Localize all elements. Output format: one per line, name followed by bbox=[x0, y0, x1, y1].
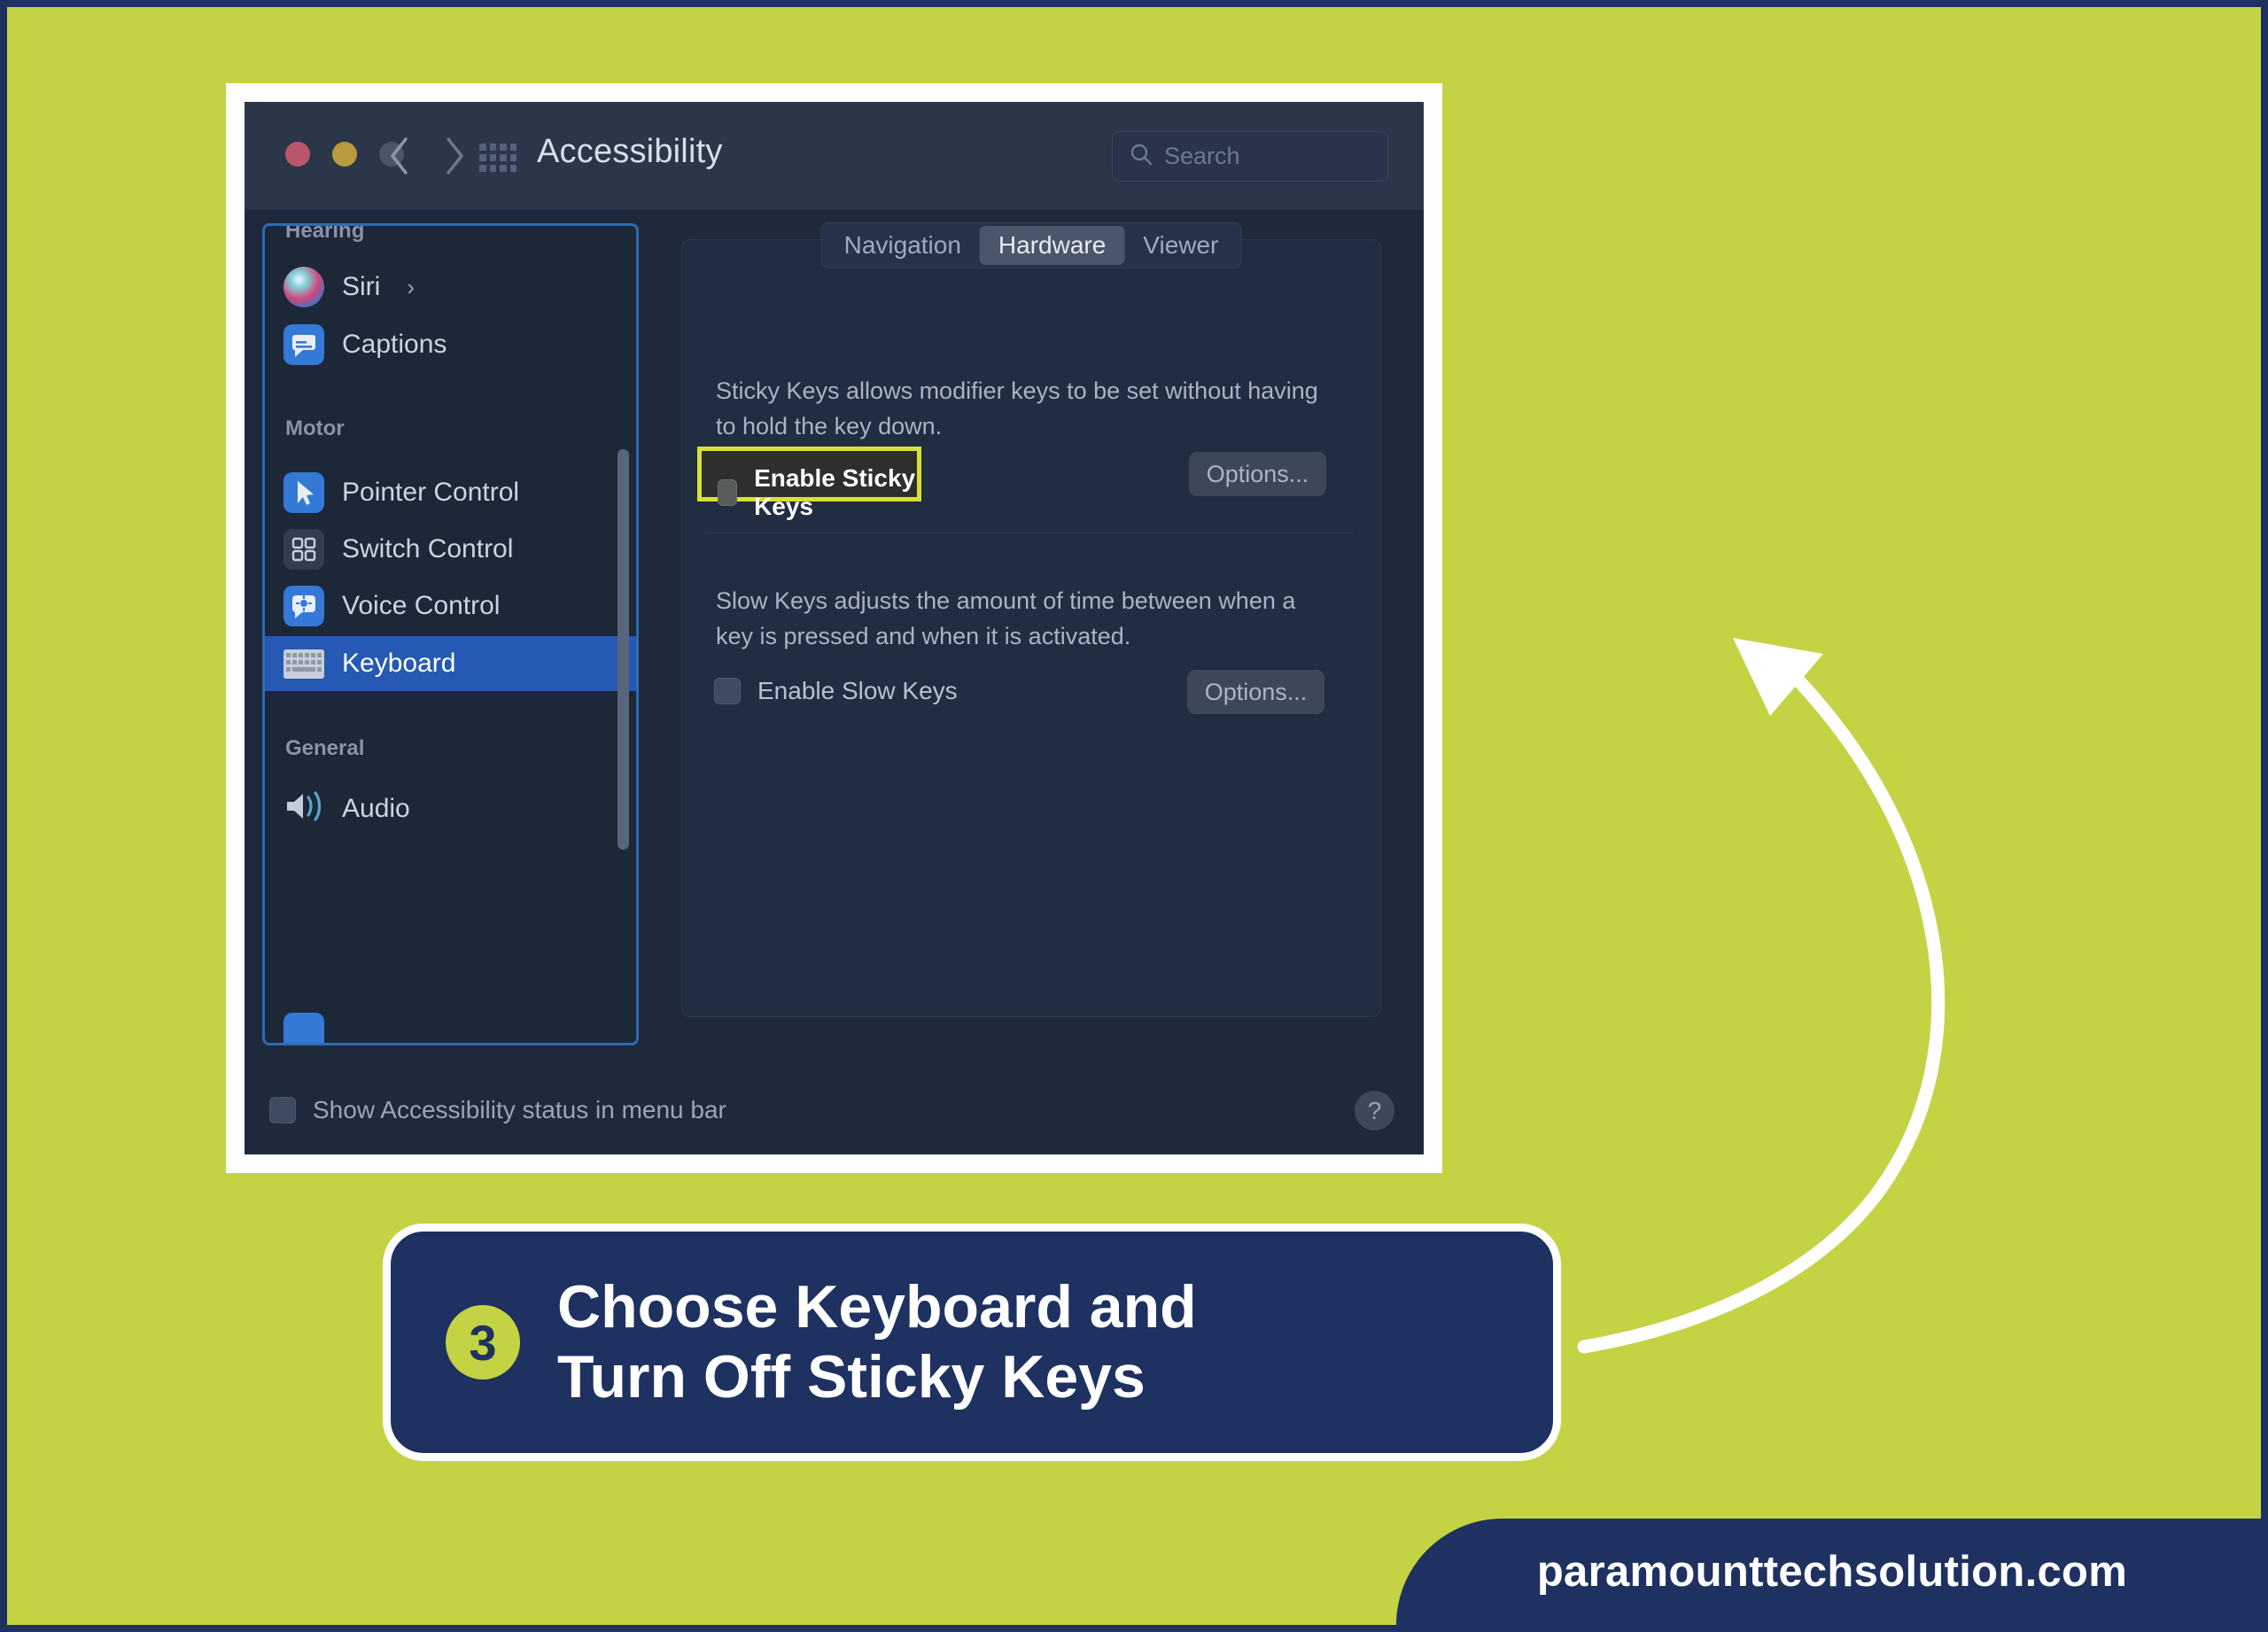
tab-hardware[interactable]: Hardware bbox=[979, 226, 1125, 265]
accessibility-sidebar[interactable]: Hearing Siri › Captions Motor Pointer Co… bbox=[262, 223, 639, 1045]
enable-sticky-keys-checkbox[interactable] bbox=[718, 479, 738, 506]
section-divider bbox=[709, 532, 1354, 533]
sidebar-item-label: Switch Control bbox=[342, 534, 514, 563]
audio-icon bbox=[284, 789, 324, 829]
sidebar-item-label: Siri bbox=[342, 272, 381, 301]
accessibility-preferences-window: Accessibility Search Hearing Siri › Capt… bbox=[245, 102, 1424, 1154]
window-status-bar: Show Accessibility status in menu bar ? bbox=[245, 1066, 1424, 1154]
enable-slow-keys-checkbox[interactable] bbox=[714, 678, 741, 704]
sidebar-item-voice-control[interactable]: Voice Control bbox=[265, 579, 636, 633]
sticky-keys-options-button[interactable]: Options... bbox=[1189, 452, 1326, 496]
sidebar-item-pointer-control[interactable]: Pointer Control bbox=[265, 465, 636, 520]
keyboard-icon bbox=[284, 649, 324, 679]
tab-navigation[interactable]: Navigation bbox=[826, 226, 980, 265]
slow-keys-options-button[interactable]: Options... bbox=[1187, 670, 1324, 714]
voice-control-icon bbox=[284, 586, 324, 626]
sidebar-item-partial-icon[interactable] bbox=[284, 1013, 324, 1043]
navigation-arrows bbox=[388, 136, 466, 176]
enable-slow-keys-checkbox-row[interactable]: Enable Slow Keys bbox=[714, 677, 958, 705]
poster-canvas: Accessibility Search Hearing Siri › Capt… bbox=[0, 0, 2268, 1632]
enable-slow-keys-label: Enable Slow Keys bbox=[757, 677, 958, 704]
sidebar-item-switch-control[interactable]: Switch Control bbox=[265, 522, 636, 577]
sidebar-item-keyboard[interactable]: Keyboard bbox=[265, 636, 636, 691]
help-button[interactable]: ? bbox=[1355, 1091, 1394, 1131]
chevron-right-icon[interactable] bbox=[443, 136, 466, 176]
caption-text: Choose Keyboard and Turn Off Sticky Keys bbox=[557, 1272, 1197, 1412]
sidebar-scroll-area[interactable]: Hearing Siri › Captions Motor Pointer Co… bbox=[265, 226, 636, 1043]
window-body: Hearing Siri › Captions Motor Pointer Co… bbox=[245, 210, 1424, 1066]
traffic-light-buttons bbox=[285, 142, 404, 167]
close-button[interactable] bbox=[285, 142, 310, 167]
window-toolbar: Accessibility Search bbox=[245, 102, 1424, 210]
hardware-settings-pane: Navigation Hardware Viewer Sticky Keys a… bbox=[681, 222, 1381, 1017]
enable-sticky-keys-label: Enable Sticky Keys bbox=[754, 464, 916, 520]
minimize-button[interactable] bbox=[332, 142, 357, 167]
sidebar-group-general: General bbox=[285, 736, 365, 760]
sidebar-item-captions[interactable]: Captions bbox=[265, 317, 636, 372]
pointer-control-icon bbox=[284, 472, 324, 513]
sidebar-item-label: Captions bbox=[342, 330, 447, 359]
green-background: Accessibility Search Hearing Siri › Capt… bbox=[7, 7, 2261, 1625]
step-caption-banner: 3 Choose Keyboard and Turn Off Sticky Ke… bbox=[383, 1224, 1561, 1461]
settings-tabbar: Navigation Hardware Viewer bbox=[820, 222, 1242, 268]
search-icon bbox=[1130, 143, 1153, 170]
enable-sticky-keys-checkbox-row[interactable]: Enable Sticky Keys bbox=[718, 464, 917, 521]
sidebar-item-audio[interactable]: Audio bbox=[265, 781, 636, 836]
grid-view-icon[interactable] bbox=[479, 144, 517, 172]
show-accessibility-status-label: Show Accessibility status in menu bar bbox=[313, 1096, 726, 1123]
show-accessibility-status-checkbox[interactable] bbox=[269, 1097, 296, 1123]
sidebar-group-hearing: Hearing bbox=[285, 223, 365, 243]
siri-icon bbox=[284, 267, 324, 307]
chevron-left-icon[interactable] bbox=[388, 136, 411, 176]
search-placeholder: Search bbox=[1164, 143, 1240, 169]
sidebar-item-label: Keyboard bbox=[342, 649, 456, 678]
enable-sticky-keys-highlight: Enable Sticky Keys bbox=[697, 447, 921, 520]
captions-icon bbox=[284, 324, 324, 365]
caption-line-1: Choose Keyboard and bbox=[557, 1273, 1197, 1341]
sidebar-item-siri[interactable]: Siri › bbox=[265, 260, 636, 315]
chevron-right-icon: › bbox=[407, 273, 416, 300]
curved-arrow-icon bbox=[1577, 638, 1946, 1354]
screenshot-frame: Accessibility Search Hearing Siri › Capt… bbox=[226, 83, 1442, 1173]
sidebar-group-motor: Motor bbox=[285, 416, 345, 440]
step-number-badge: 3 bbox=[446, 1305, 520, 1379]
sidebar-item-label: Audio bbox=[342, 794, 410, 823]
search-input[interactable]: Search bbox=[1112, 131, 1388, 182]
slow-keys-description: Slow Keys adjusts the amount of time bet… bbox=[716, 587, 1296, 649]
sidebar-item-label: Voice Control bbox=[342, 591, 501, 620]
main-content: Navigation Hardware Viewer Sticky Keys a… bbox=[659, 222, 1406, 1045]
sticky-keys-description: Sticky Keys allows modifier keys to be s… bbox=[716, 377, 1318, 439]
sidebar-item-label: Pointer Control bbox=[342, 478, 520, 507]
caption-line-2: Turn Off Sticky Keys bbox=[557, 1343, 1146, 1411]
page-title: Accessibility bbox=[537, 133, 723, 170]
footer-url-banner: paramounttechsolution.com bbox=[1396, 1519, 2261, 1625]
website-url: paramounttechsolution.com bbox=[1536, 1548, 2128, 1596]
tab-viewer[interactable]: Viewer bbox=[1124, 226, 1237, 265]
switch-control-icon bbox=[284, 529, 324, 570]
sidebar-scrollbar-thumb[interactable] bbox=[617, 449, 629, 850]
